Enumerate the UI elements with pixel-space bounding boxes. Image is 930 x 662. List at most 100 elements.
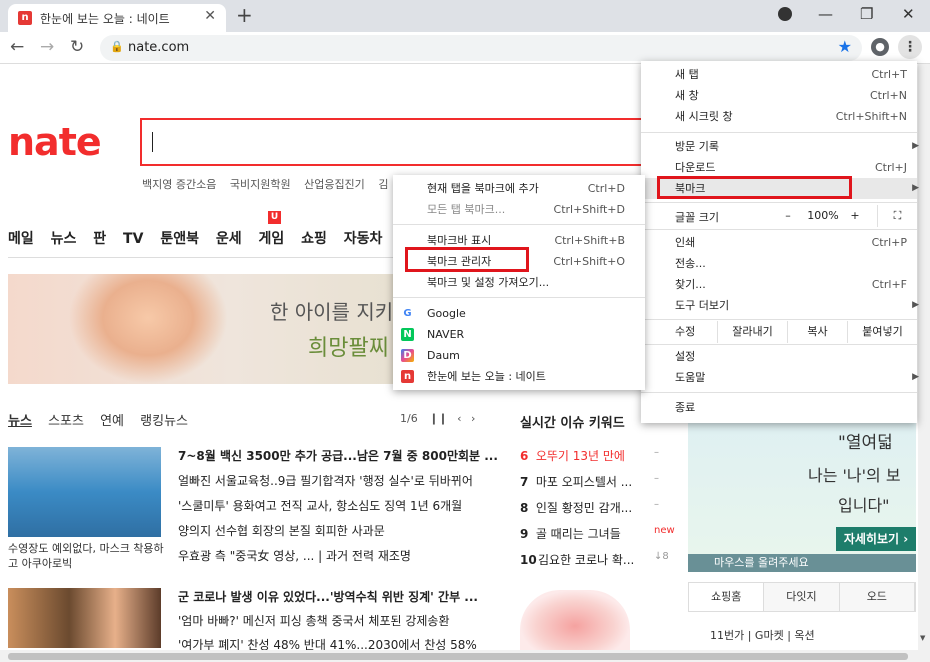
shop-links[interactable]: 11번가 | G마켓 | 옥션 <box>710 627 815 643</box>
menu-new-tab[interactable]: 새 탭 Ctrl+T <box>641 64 917 85</box>
close-window-button[interactable]: ✕ <box>902 5 915 23</box>
bookmark-star-icon[interactable]: ★ <box>838 37 852 56</box>
menu-more-tools[interactable]: 도구 더보기 ▶ <box>641 295 919 316</box>
menu-help[interactable]: 도움말 ▶ <box>641 367 919 388</box>
prev-icon[interactable]: ‹ <box>457 412 461 425</box>
news-thumbnail[interactable] <box>8 588 161 648</box>
menu-separator <box>641 344 917 345</box>
menu-downloads[interactable]: 다운로드 Ctrl+J <box>641 157 917 178</box>
keyword: 골 때리는 그녀들 <box>535 527 621 541</box>
forward-button[interactable]: → <box>40 37 54 57</box>
nav-fortune[interactable]: 운세 <box>216 231 242 247</box>
menu-cast[interactable]: 전송... <box>641 253 917 274</box>
bookmark-naver[interactable]: N NAVER <box>393 324 645 345</box>
nav-pann[interactable]: 판 <box>93 231 106 247</box>
fullscreen-icon[interactable]: ⛶ <box>877 205 917 227</box>
vertical-scrollbar[interactable]: ▼ <box>918 64 930 650</box>
menu-exit[interactable]: 종료 <box>641 397 917 418</box>
nav-game[interactable]: 게임 <box>258 231 284 247</box>
thumbnail-caption[interactable]: 수영장도 예외없다, 마스크 착용하고 아쿠아로빅 <box>8 541 168 571</box>
horizontal-scrollbar[interactable] <box>0 650 930 662</box>
bookmark-nate[interactable]: n 한눈에 보는 오늘 : 네이트 <box>393 366 645 387</box>
headline[interactable]: 양의지 선수협 회장의 본질 회피한 사과문 <box>178 522 385 539</box>
headline[interactable]: 7~8월 백신 3500만 추가 공급...남은 7월 중 800만회분 ... <box>178 447 498 464</box>
side-ad[interactable]: "열여덟 나는 '나'의 보 입니다" 자세히보기 › 마우스를 올려주세요 <box>688 422 916 572</box>
tab-shop[interactable]: 오드 <box>839 583 915 611</box>
scroll-down-icon[interactable]: ▼ <box>920 634 925 642</box>
headline[interactable]: '스쿨미투' 용화여고 전직 교사, 항소심도 징역 1년 6개월 <box>178 497 462 514</box>
minimize-button[interactable]: — <box>818 5 833 23</box>
news-thumbnail[interactable] <box>8 447 161 537</box>
keyword-link[interactable]: 산업응집진기 <box>304 178 365 191</box>
keyword: 마포 오피스텔서 ... <box>535 475 633 489</box>
rank-status: ↓8 <box>654 551 669 562</box>
menu-incognito[interactable]: 새 시크릿 창 Ctrl+Shift+N <box>641 106 917 127</box>
media-control-icon[interactable] <box>778 7 792 21</box>
nav-news[interactable]: 뉴스 <box>51 231 77 247</box>
url-text[interactable]: nate.com <box>128 40 189 55</box>
paste-button[interactable]: 붙여넣기 <box>847 321 917 343</box>
realtime-item[interactable]: 6 오뚜기 13년 만에 – <box>520 447 659 464</box>
copy-button[interactable]: 복사 <box>787 321 847 343</box>
tab-ranking[interactable]: 랭킹뉴스 <box>140 414 188 429</box>
bookmark-all-tabs[interactable]: 모든 탭 북마크... Ctrl+Shift+D <box>393 199 645 220</box>
zoom-out-button[interactable]: – <box>773 205 803 227</box>
menu-history[interactable]: 방문 기록 ▶ <box>641 136 919 157</box>
realtime-item[interactable]: 7 마포 오피스텔서 ... – <box>520 473 659 490</box>
bookmark-google[interactable]: G Google <box>393 303 645 324</box>
next-icon[interactable]: › <box>471 412 475 425</box>
banner-text: 한 아이를 지키는 <box>270 300 412 324</box>
keyword-link[interactable]: 백지영 증간소음 <box>142 178 216 191</box>
ad-more-button[interactable]: 자세히보기 › <box>836 527 916 551</box>
realtime-item[interactable]: 10김요한 코로나 확... ↓8 <box>520 551 669 568</box>
keyword-link[interactable]: 국비지원학원 <box>230 178 291 191</box>
scroll-thumb[interactable] <box>8 653 908 660</box>
keyword: 김요한 코로나 확... <box>538 553 635 567</box>
browser-tab[interactable]: n 한눈에 보는 오늘 : 네이트 ✕ <box>8 4 226 32</box>
cut-button[interactable]: 잘라내기 <box>717 321 787 343</box>
import-bookmarks[interactable]: 북마크 및 설정 가져오기... <box>393 272 645 293</box>
search-input[interactable] <box>140 118 660 166</box>
reload-button[interactable]: ↻ <box>70 37 84 57</box>
bookmark-this-tab[interactable]: 현재 탭을 북마크에 추가 Ctrl+D <box>393 178 645 199</box>
tab-close-icon[interactable]: ✕ <box>204 8 216 24</box>
menu-find[interactable]: 찾기... Ctrl+F <box>641 274 917 295</box>
menu-settings[interactable]: 설정 <box>641 346 917 367</box>
headline[interactable]: 얼빠진 서울교육청..9급 필기합격자 '행정 실수'로 뒤바뀌어 <box>178 472 473 489</box>
nav-shopping[interactable]: 쇼핑 <box>301 231 327 247</box>
zoom-in-button[interactable]: + <box>843 205 867 227</box>
realtime-item[interactable]: 9 골 때리는 그녀들 new <box>520 525 675 542</box>
nate-logo[interactable]: nate <box>8 120 102 164</box>
tab-entertain[interactable]: 연예 <box>100 414 124 429</box>
tab-title: 한눈에 보는 오늘 : 네이트 <box>40 12 170 26</box>
nav-toon[interactable]: 툰앤북 <box>160 231 199 247</box>
realtime-item[interactable]: 8 인질 황정민 감개... – <box>520 499 659 516</box>
product-image[interactable] <box>520 590 630 650</box>
headline[interactable]: 군 코로나 발생 이유 있었다...'방역수칙 위반 징계' 간부 ... <box>178 588 478 605</box>
browser-toolbar: ← → ↻ 🔒 nate.com ★ <box>0 32 930 64</box>
profile-icon[interactable]: ● <box>871 38 889 56</box>
game-badge: U <box>268 211 281 224</box>
chrome-menu-button[interactable]: ⋮ <box>898 35 922 59</box>
tab-shop[interactable]: 다잇지 <box>764 583 840 611</box>
pause-icon[interactable]: ❙❙ <box>429 412 447 425</box>
new-tab-button[interactable]: + <box>236 3 253 27</box>
back-button[interactable]: ← <box>10 37 24 57</box>
keyword-link[interactable]: 김 <box>378 178 388 191</box>
nav-mail[interactable]: 메일 <box>8 231 34 247</box>
headline[interactable]: 우효광 측 "중국女 영상, ... | 과거 전력 재조명 <box>178 547 411 564</box>
headline[interactable]: '엄마 바빠?' 메신저 피싱 총책 중국서 체포된 강제송환 <box>178 612 450 629</box>
menu-new-window[interactable]: 새 창 Ctrl+N <box>641 85 917 106</box>
restore-button[interactable]: ❐ <box>860 5 873 23</box>
search-keywords: 백지영 증간소음 국비지원학원 산업응집진기 김 <box>142 176 398 192</box>
rank: 10 <box>520 553 537 567</box>
tab-news[interactable]: 뉴스 <box>8 414 32 429</box>
tab-sports[interactable]: 스포츠 <box>48 414 84 429</box>
menu-print[interactable]: 인쇄 Ctrl+P <box>641 232 917 253</box>
nav-car[interactable]: 자동차 <box>344 231 383 247</box>
address-bar[interactable]: 🔒 nate.com ★ <box>100 35 862 61</box>
bookmark-daum[interactable]: D Daum <box>393 345 645 366</box>
tab-shop-home[interactable]: 쇼핑홈 <box>689 583 765 611</box>
naver-icon: N <box>401 328 414 341</box>
nav-tv[interactable]: TV <box>123 231 143 247</box>
